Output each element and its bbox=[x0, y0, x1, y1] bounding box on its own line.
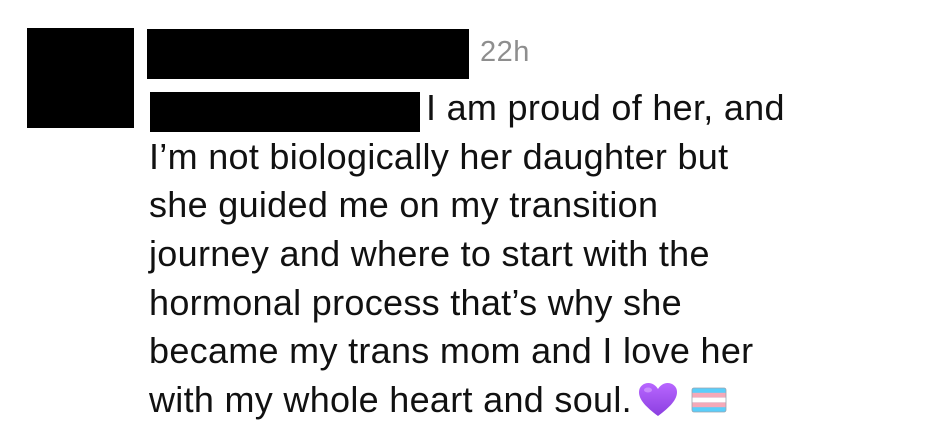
comment-text-line: I am proud of her, and bbox=[426, 87, 785, 128]
comment-text-line: she guided me on my transition bbox=[149, 184, 659, 226]
comment-text: I am proud of her, and I’m not biologica… bbox=[149, 84, 909, 425]
comment-text-line: became my trans mom and I love her bbox=[149, 330, 754, 372]
purple-heart-icon bbox=[638, 382, 677, 416]
transgender-flag-icon bbox=[691, 387, 727, 413]
comment-text-line: hormonal process that’s why she bbox=[149, 281, 682, 323]
avatar-redacted[interactable] bbox=[27, 28, 134, 128]
comment-text-line: journey and where to start with the bbox=[149, 233, 710, 275]
comment-item: 22h I am proud of her, and I’m not biolo… bbox=[0, 0, 934, 441]
comment-timestamp: 22h bbox=[480, 36, 530, 68]
username-redacted[interactable] bbox=[147, 29, 469, 79]
comment-text-line: with my whole heart and soul. bbox=[149, 376, 909, 425]
comment-text-line: I’m not biologically her daughter but bbox=[149, 135, 729, 177]
